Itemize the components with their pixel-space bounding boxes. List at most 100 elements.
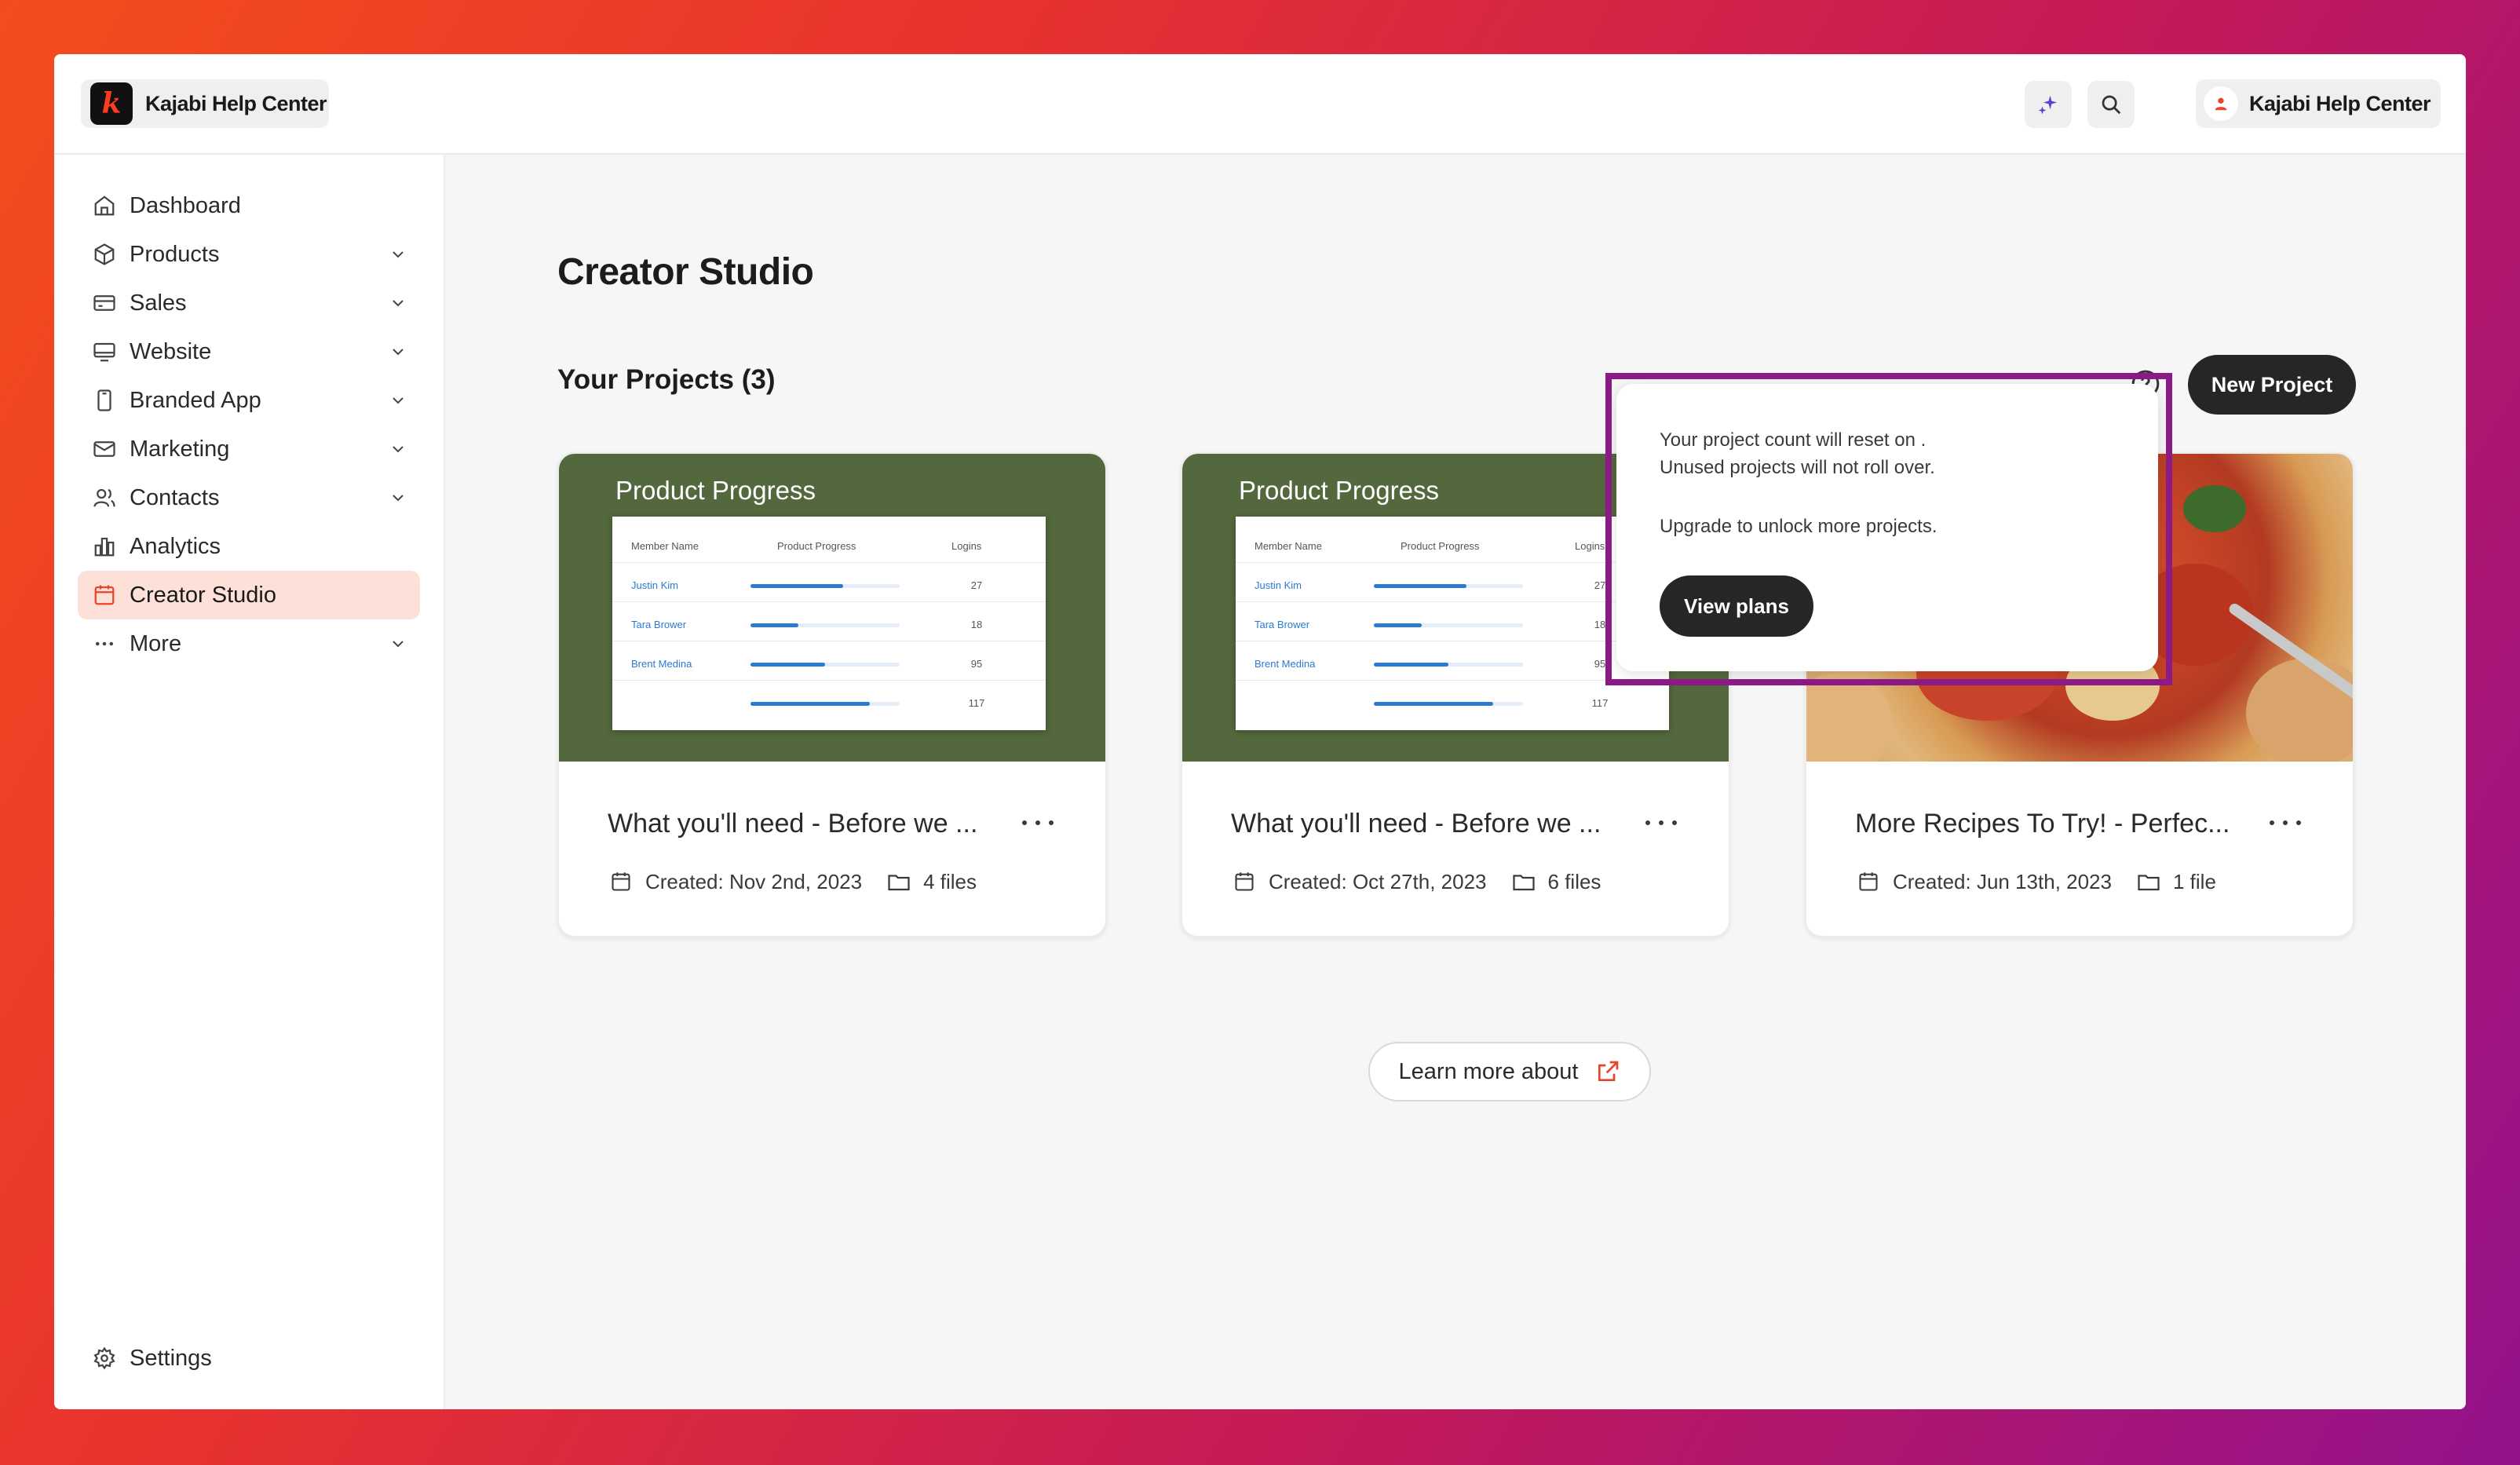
account-menu[interactable]: Kajabi Help Center [2196,79,2441,128]
progress-fill [751,702,870,706]
table-header: Logins [951,540,982,552]
thumbnail-title: Product Progress [615,476,816,505]
more-options-button[interactable] [1022,815,1054,831]
table-header: Member Name [1255,540,1322,552]
account-name: Kajabi Help Center [2249,91,2431,115]
site-switcher[interactable]: k Kajabi Help Center [81,79,329,128]
sidebar-item-marketing[interactable]: Marketing [78,425,420,473]
calendar-icon [1231,868,1258,895]
sidebar-item-more[interactable]: More [78,619,420,668]
progress-bar [751,663,900,667]
projects-heading: Your Projects (3) [557,364,776,395]
sidebar-item-label: Creator Studio [130,582,276,608]
calendar-icon [90,581,119,609]
thumbnail-table: Member Name Product Progress Logins Just… [612,517,1046,730]
table-header: Product Progress [777,540,856,552]
chevron-down-icon [385,290,411,316]
divider [1236,680,1669,681]
chevron-down-icon [385,437,411,462]
sidebar-item-website[interactable]: Website [78,327,420,376]
more-options-button[interactable] [1645,815,1677,831]
sidebar-item-label: Products [130,241,220,267]
project-meta: Created: Nov 2nd, 2023 4 files [608,868,977,895]
view-plans-button[interactable]: View plans [1660,575,1813,637]
sidebar-item-dashboard[interactable]: Dashboard [78,181,420,230]
sidebar-item-label: Contacts [130,484,220,510]
divider [612,562,1046,563]
progress-fill [1374,663,1448,667]
sidebar-item-label: Settings [130,1345,212,1371]
progress-fill [1374,623,1422,627]
progress-fill [1374,702,1493,706]
progress-fill [1374,584,1466,588]
gear-icon [90,1344,119,1372]
popover-upgrade-text: Upgrade to unlock more projects. [1660,516,1937,537]
new-project-button[interactable]: New Project [2188,355,2356,415]
project-limit-popover: Your project count will reset on . Unuse… [1616,384,2158,671]
sidebar-item-label: Branded App [130,387,261,413]
sidebar-item-label: More [130,630,182,656]
progress-bar [1374,663,1523,667]
chevron-down-icon [385,485,411,510]
chevron-down-icon [385,631,411,656]
learn-more-button[interactable]: Learn more about [1368,1042,1651,1101]
divider [612,680,1046,681]
sidebar-item-contacts[interactable]: Contacts [78,473,420,522]
login-count: 117 [968,697,985,709]
chevron-down-icon [385,242,411,267]
ellipsis-icon [90,630,119,658]
calendar-icon [1855,868,1882,895]
mail-icon [90,435,119,463]
table-header: Logins [1575,540,1605,552]
sidebar-item-label: Dashboard [130,192,241,218]
sidebar-item-sales[interactable]: Sales [78,279,420,327]
login-count: 117 [1591,697,1609,709]
member-name: Justin Kim [631,579,678,591]
login-count: 27 [1594,579,1606,591]
sidebar-item-branded-app[interactable]: Branded App [78,376,420,425]
sidebar-item-creator-studio[interactable]: Creator Studio [78,571,420,619]
more-options-button[interactable] [2270,815,2301,831]
external-link-icon [1598,1061,1619,1081]
box-icon [90,240,119,269]
top-bar: k Kajabi Help Center Kajabi Help Center [54,54,2466,155]
divider [1236,601,1669,602]
progress-fill [751,584,843,588]
progress-bar [751,623,900,627]
created-date: Created: Jun 13th, 2023 [1893,869,2112,893]
sidebar-item-analytics[interactable]: Analytics [78,522,420,571]
app-window: k Kajabi Help Center Kajabi Help Center [54,54,2466,1409]
table-header: Member Name [631,540,699,552]
chevron-down-icon [385,339,411,364]
progress-bar [1374,702,1523,706]
folder-icon [886,868,912,895]
sidebar: Dashboard Products Sales Website Branded… [54,155,445,1409]
login-count: 18 [970,619,983,630]
created-date: Created: Oct 27th, 2023 [1269,869,1487,893]
page-title: Creator Studio [557,251,814,293]
popover-reset-text: Your project count will reset on . [1660,429,1927,451]
sidebar-item-label: Website [130,338,212,364]
member-name: Justin Kim [1255,579,1302,591]
ai-assistant-button[interactable] [2025,81,2072,128]
popover-rollover-text: Unused projects will not roll over. [1660,457,1935,478]
table-header: Product Progress [1401,540,1480,552]
progress-bar [751,702,900,706]
sidebar-item-label: Sales [130,290,187,316]
chevron-down-icon [385,388,411,413]
credit-card-icon [90,289,119,317]
file-count: 1 file [2172,869,2216,893]
file-count: 6 files [1547,869,1601,893]
member-name: Tara Brower [1255,619,1310,630]
progress-bar [1374,623,1523,627]
created-date: Created: Nov 2nd, 2023 [645,869,863,893]
member-name: Brent Medina [1255,658,1316,670]
sidebar-item-products[interactable]: Products [78,230,420,279]
site-name: Kajabi Help Center [145,91,327,115]
login-count: 95 [970,658,983,670]
project-card[interactable]: Product Progress Member Name Product Pro… [557,452,1107,937]
project-title: What you'll need - Before we ... [1231,809,1601,838]
login-count: 27 [970,579,983,591]
search-button[interactable] [2087,81,2135,128]
sidebar-item-settings[interactable]: Settings [78,1334,420,1383]
